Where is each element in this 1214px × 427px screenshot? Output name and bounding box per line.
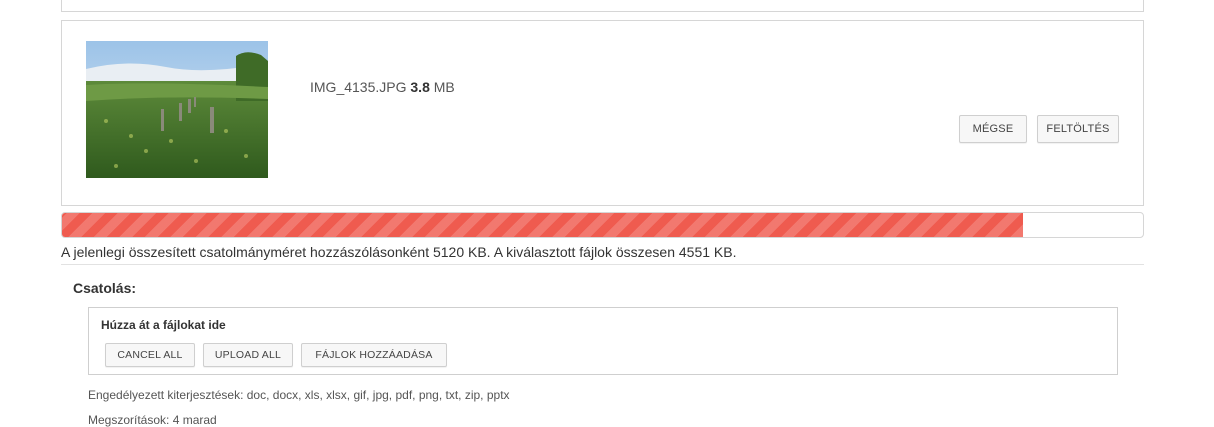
upload-progress-fill [62,213,1023,237]
file-name: IMG_4135.JPG [310,79,407,95]
file-size-unit: MB [433,79,455,95]
allowed-extensions: Engedélyezett kiterjesztések: doc, docx,… [88,388,510,402]
attachment-size-summary: A jelenlegi összesített csatolmányméret … [61,244,737,260]
divider [61,264,1144,265]
attachment-label: Csatolás: [73,280,137,296]
file-drop-zone[interactable]: Húzza át a fájlokat ide CANCEL ALL UPLOA… [88,307,1118,375]
file-size-value: 3.8 [410,79,430,95]
upload-limits: Megszorítások: 4 marad [88,413,217,427]
photo-thumbnail [86,41,268,178]
previous-panel-edge [61,0,1144,12]
file-info: IMG_4135.JPG 3.8 MB [310,79,455,95]
cancel-all-button[interactable]: CANCEL ALL [105,343,195,367]
drop-zone-title: Húzza át a fájlokat ide [101,318,226,332]
upload-progress-bar [61,212,1144,238]
upload-button[interactable]: FELTÖLTÉS [1037,115,1119,143]
upload-all-button[interactable]: UPLOAD ALL [203,343,293,367]
file-preview-panel: IMG_4135.JPG 3.8 MB MÉGSE FELTÖLTÉS [61,20,1144,206]
cancel-button[interactable]: MÉGSE [959,115,1027,143]
add-files-button[interactable]: FÁJLOK HOZZÁADÁSA [301,343,447,367]
